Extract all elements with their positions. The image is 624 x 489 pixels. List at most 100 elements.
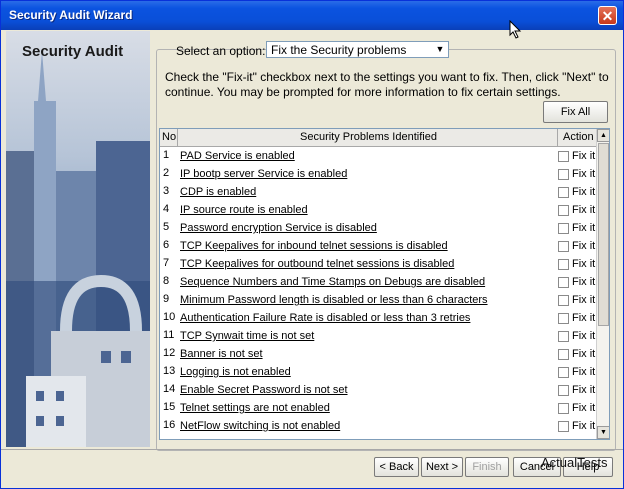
row-number: 13 (163, 365, 176, 377)
table-row: 16 NetFlow switching is not enabled Fix … (160, 417, 596, 435)
footer-divider (1, 449, 623, 450)
table-row: 3 CDP is enabled Fix it (160, 183, 596, 201)
fix-it-label[interactable]: Fix it (572, 240, 595, 252)
fix-it-checkbox[interactable] (558, 241, 569, 252)
row-number: 2 (163, 167, 170, 179)
fix-it-label[interactable]: Fix it (572, 348, 595, 360)
back-button[interactable]: < Back (374, 457, 419, 477)
fix-it-label[interactable]: Fix it (572, 330, 595, 342)
problem-link[interactable]: Telnet settings are not enabled (180, 402, 330, 414)
fix-it-checkbox[interactable] (558, 331, 569, 342)
problem-link[interactable]: Minimum Password length is disabled or l… (180, 294, 488, 306)
close-icon[interactable]: ✕ (598, 6, 617, 25)
problem-link[interactable]: TCP Keepalives for outbound telnet sessi… (180, 258, 454, 270)
problem-link[interactable]: NetFlow switching is not enabled (180, 420, 340, 432)
fix-it-label[interactable]: Fix it (572, 294, 595, 306)
watermark-text: ActualTests (541, 455, 608, 470)
row-number: 3 (163, 185, 170, 197)
option-select[interactable]: Fix the Security problems ▼ (266, 41, 449, 58)
table-row: 14 Enable Secret Password is not set Fix… (160, 381, 596, 399)
table-row: 8 Sequence Numbers and Time Stamps on De… (160, 273, 596, 291)
fix-it-checkbox[interactable] (558, 187, 569, 198)
fix-all-button[interactable]: Fix All (543, 101, 608, 123)
fix-it-label[interactable]: Fix it (572, 204, 595, 216)
problem-link[interactable]: Authentication Failure Rate is disabled … (180, 312, 470, 324)
fix-it-checkbox[interactable] (558, 223, 569, 234)
security-illustration (6, 51, 150, 447)
scroll-thumb[interactable] (598, 143, 609, 326)
fix-it-checkbox[interactable] (558, 313, 569, 324)
fix-it-checkbox[interactable] (558, 277, 569, 288)
next-button[interactable]: Next > (421, 457, 463, 477)
scroll-down-icon[interactable]: ▼ (597, 426, 609, 439)
option-select-value: Fix the Security problems (271, 43, 407, 57)
fix-it-checkbox[interactable] (558, 385, 569, 396)
table-row: 2 IP bootp server Service is enabled Fix… (160, 165, 596, 183)
row-number: 1 (163, 149, 170, 161)
instructions-text: Check the "Fix-it" checkbox next to the … (165, 70, 609, 99)
fix-it-checkbox[interactable] (558, 169, 569, 180)
row-number: 5 (163, 221, 170, 233)
fix-it-checkbox[interactable] (558, 367, 569, 378)
fix-it-checkbox[interactable] (558, 205, 569, 216)
table-row: 9 Minimum Password length is disabled or… (160, 291, 596, 309)
row-number: 14 (163, 383, 176, 395)
fix-it-label[interactable]: Fix it (572, 402, 595, 414)
fix-it-label[interactable]: Fix it (572, 186, 595, 198)
fix-it-checkbox[interactable] (558, 421, 569, 432)
problem-link[interactable]: Logging is not enabled (180, 366, 291, 378)
title-bar[interactable]: Security Audit Wizard ✕ (1, 1, 623, 30)
fix-it-label[interactable]: Fix it (572, 150, 595, 162)
fix-it-checkbox[interactable] (558, 151, 569, 162)
row-number: 7 (163, 257, 170, 269)
fix-it-label[interactable]: Fix it (572, 258, 595, 270)
table-row-partial (160, 435, 596, 440)
sidebar-title: Security Audit (22, 43, 124, 60)
problem-link[interactable]: Banner is not set (180, 348, 263, 360)
problem-link[interactable]: TCP Keepalives for inbound telnet sessio… (180, 240, 448, 252)
fix-it-label[interactable]: Fix it (572, 312, 595, 324)
row-number: 8 (163, 275, 170, 287)
row-number: 6 (163, 239, 170, 251)
problem-link[interactable]: IP bootp server Service is enabled (180, 168, 347, 180)
table-row: 7 TCP Keepalives for outbound telnet ses… (160, 255, 596, 273)
fix-it-label[interactable]: Fix it (572, 276, 595, 288)
row-number: 9 (163, 293, 170, 305)
row-number: 16 (163, 419, 176, 431)
fix-it-checkbox[interactable] (558, 439, 569, 440)
problem-link[interactable]: TCP Synwait time is not set (180, 330, 314, 342)
column-header-problem: Security Problems Identified (300, 131, 437, 143)
scroll-up-icon[interactable]: ▲ (597, 129, 609, 142)
wizard-window: Security Audit Wizard ✕ Security Audit S… (0, 0, 624, 489)
problems-table: No Security Problems Identified Action 1… (159, 128, 610, 440)
fix-it-label[interactable]: Fix it (572, 366, 595, 378)
table-scrollbar[interactable]: ▲ ▼ (596, 129, 609, 439)
problem-link[interactable]: Password encryption Service is disabled (180, 222, 377, 234)
table-row: 13 Logging is not enabled Fix it (160, 363, 596, 381)
column-header-action: Action (563, 131, 594, 143)
problem-link[interactable]: PAD Service is enabled (180, 150, 295, 162)
row-number: 12 (163, 347, 176, 359)
finish-button[interactable]: Finish (465, 457, 509, 477)
fix-it-label[interactable]: Fix it (572, 384, 595, 396)
table-row: 6 TCP Keepalives for inbound telnet sess… (160, 237, 596, 255)
problem-link[interactable]: Sequence Numbers and Time Stamps on Debu… (180, 276, 485, 288)
table-row: 15 Telnet settings are not enabled Fix i… (160, 399, 596, 417)
wizard-sidebar-art: Security Audit (6, 31, 150, 447)
fix-it-checkbox[interactable] (558, 259, 569, 270)
fix-it-checkbox[interactable] (558, 349, 569, 360)
fix-it-label[interactable]: Fix it (572, 420, 595, 432)
column-header-no: No (162, 131, 177, 143)
option-label: Select an option: (176, 44, 266, 58)
problem-link[interactable]: CDP is enabled (180, 186, 256, 198)
fix-it-label[interactable]: Fix it (572, 222, 595, 234)
fix-it-label[interactable]: Fix it (572, 168, 595, 180)
row-number: 10 (163, 311, 176, 323)
problem-link[interactable]: Enable Secret Password is not set (180, 384, 348, 396)
problem-link[interactable]: IP source route is enabled (180, 204, 308, 216)
chevron-down-icon[interactable]: ▼ (432, 42, 448, 57)
table-header: No Security Problems Identified Action (160, 129, 596, 147)
fix-it-checkbox[interactable] (558, 295, 569, 306)
fix-it-checkbox[interactable] (558, 403, 569, 414)
table-row: 4 IP source route is enabled Fix it (160, 201, 596, 219)
